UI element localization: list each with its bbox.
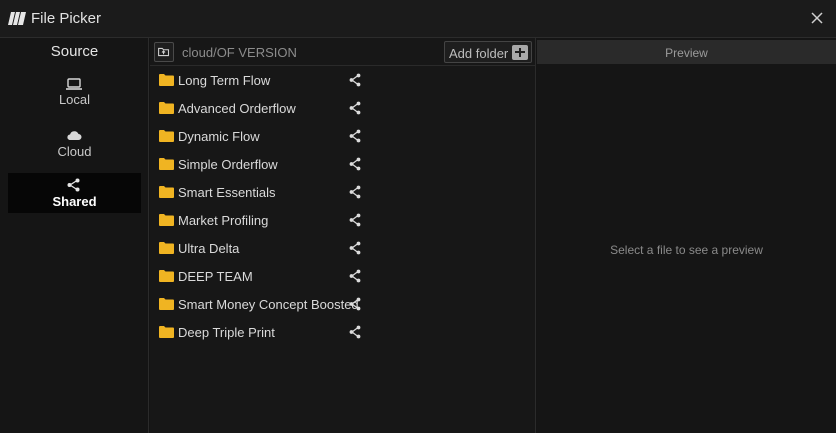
window-title: File Picker [31,10,102,27]
list-item[interactable]: Smart Money Concept Boosted [150,290,536,318]
current-path: cloud/OF VERSION [182,45,297,60]
share-icon[interactable] [348,297,362,311]
list-item[interactable]: Simple Orderflow [150,150,536,178]
folder-name: Simple Orderflow [178,157,278,172]
preview-panel: Preview Select a file to see a preview [537,38,836,433]
laptop-icon [66,78,82,90]
folder-icon [159,270,174,282]
source-shared[interactable]: Shared [8,173,141,213]
file-browser: cloud/OF VERSION Add folder Long Term Fl… [150,38,536,433]
list-item[interactable]: Dynamic Flow [150,122,536,150]
share-icon[interactable] [348,73,362,87]
list-item[interactable]: Advanced Orderflow [150,94,536,122]
folder-name: Long Term Flow [178,73,271,88]
add-folder-button[interactable]: Add folder [444,41,532,63]
source-cloud[interactable]: Cloud [8,127,141,167]
list-item[interactable]: Deep Triple Print [150,318,536,346]
app-logo-icon [8,12,26,25]
title-bar: File Picker [0,0,836,38]
share-icon[interactable] [348,129,362,143]
path-toolbar: cloud/OF VERSION Add folder [150,38,536,66]
share-icon[interactable] [348,185,362,199]
source-sidebar: Source Local Cloud Shared [0,38,149,433]
source-heading: Source [50,43,99,60]
share-icon [67,178,80,192]
list-item[interactable]: Smart Essentials [150,178,536,206]
preview-empty-message: Select a file to see a preview [610,243,763,257]
folder-icon [159,158,174,170]
share-icon[interactable] [348,325,362,339]
folder-icon [159,102,174,114]
preview-header: Preview [537,40,836,64]
folder-icon [159,242,174,254]
source-shared-label: Shared [52,194,97,209]
folder-name: Market Profiling [178,213,269,228]
folder-name: Advanced Orderflow [178,101,296,116]
share-icon[interactable] [348,101,362,115]
source-local-label: Local [58,92,91,107]
folder-icon [159,326,174,338]
folder-icon [159,214,174,226]
close-icon[interactable] [808,9,826,27]
folder-up-icon [158,47,170,57]
share-icon[interactable] [348,269,362,283]
folder-icon [159,298,174,310]
source-local[interactable]: Local [8,75,141,115]
folder-name: Dynamic Flow [178,129,260,144]
cloud-icon [67,131,82,140]
share-icon[interactable] [348,213,362,227]
parent-folder-button[interactable] [154,42,174,62]
list-item[interactable]: Market Profiling [150,206,536,234]
source-cloud-label: Cloud [57,144,92,159]
list-item[interactable]: DEEP TEAM [150,262,536,290]
list-item[interactable]: Long Term Flow [150,66,536,94]
folder-list: Long Term Flow Advanced Orderflow Dynamic … [150,66,536,346]
folder-name: Deep Triple Print [178,325,275,340]
folder-icon [159,186,174,198]
folder-name: Smart Essentials [178,185,276,200]
preview-title: Preview [665,46,708,60]
folder-icon [159,74,174,86]
add-folder-label: Add folder [449,46,509,61]
share-icon[interactable] [348,157,362,171]
folder-name: DEEP TEAM [178,269,253,284]
list-item[interactable]: Ultra Delta [150,234,536,262]
folder-icon [159,130,174,142]
folder-name: Smart Money Concept Boosted [178,297,359,312]
plus-icon [512,45,528,60]
share-icon[interactable] [348,241,362,255]
folder-name: Ultra Delta [178,241,240,256]
